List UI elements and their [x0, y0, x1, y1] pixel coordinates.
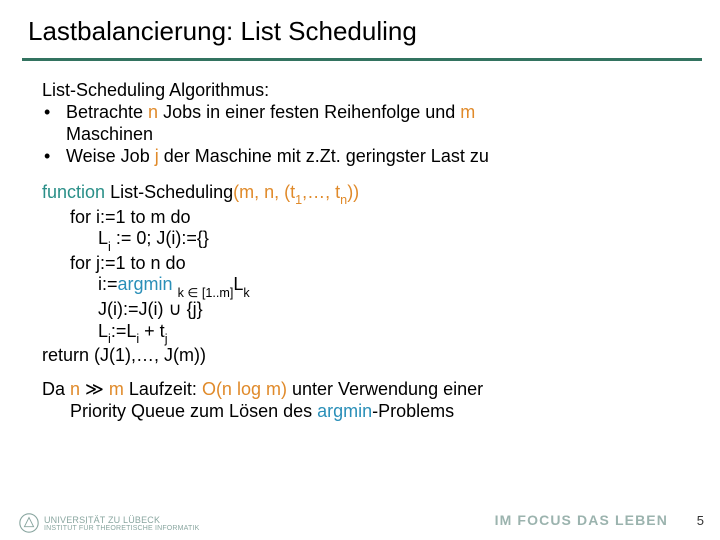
L-sub-i: i	[108, 240, 111, 254]
code-line-2: for i:=1 to m do	[42, 207, 690, 229]
footer-uni-line1: UNIVERSITÄT ZU LÜBECK	[44, 515, 199, 525]
bullet-2-text-b: der Maschine mit z.Zt. geringster Last z…	[159, 146, 489, 166]
footer-tagline: IM FOCUS DAS LEBEN	[495, 512, 668, 528]
code-line-1: function List-Scheduling(m, n, (t1,…, tn…	[42, 182, 359, 202]
init-rest: := 0; J(i):={}	[111, 228, 209, 248]
Lupd-mid: :=L	[111, 321, 137, 341]
Lupd-L1: L	[98, 321, 108, 341]
rt-pre: Da	[42, 379, 70, 399]
Lupd-plus: + t	[139, 321, 165, 341]
argmin-Lk-L: L	[233, 274, 243, 294]
rt-m: m	[109, 379, 124, 399]
bullet-1-text-a: Betrachte	[66, 102, 148, 122]
argmin-sp	[173, 274, 178, 294]
code-line-6: J(i):=J(i) ∪ {j}	[42, 299, 690, 321]
code-line-3: Li := 0; J(i):={}	[42, 228, 690, 253]
bullet-1: Betrachte n Jobs in einer festen Reihenf…	[42, 102, 690, 146]
bullet-1-text-c: Maschinen	[66, 124, 153, 144]
var-m: m	[460, 102, 475, 122]
fn-name: List-Scheduling	[110, 182, 233, 202]
rt-gg: ≫	[80, 379, 109, 399]
fn-argmin: argmin	[118, 274, 173, 294]
Lupd-i1: i	[108, 332, 111, 346]
university-crest-icon	[18, 512, 40, 534]
slide: Lastbalancierung: List Scheduling List-S…	[0, 0, 720, 540]
rt-complexity: O(n log m)	[202, 379, 287, 399]
fn-sig-a: (m, n, (t	[233, 182, 295, 202]
page-title: Lastbalancierung: List Scheduling	[28, 16, 417, 47]
footer-logo: UNIVERSITÄT ZU LÜBECK INSTITUT FÜR THEOR…	[18, 512, 199, 534]
var-n: n	[148, 102, 158, 122]
rt-line2a: Priority Queue zum Lösen des	[70, 401, 317, 421]
code-line-5: i:=argmin k ∈ [1..m]Lk	[42, 274, 690, 299]
page-number: 5	[697, 513, 704, 528]
fn-sig-close: ))	[347, 182, 359, 202]
argmin-range: k ∈ [1..m]	[178, 286, 234, 300]
body: List-Scheduling Algorithmus: Betrachte n…	[42, 80, 690, 423]
fn-sig-mid: ,…, t	[302, 182, 340, 202]
rt-mid2: unter Verwendung einer	[287, 379, 483, 399]
runtime-note: Da n ≫ m Laufzeit: O(n log m) unter Verw…	[42, 379, 690, 423]
footer-uni-line2: INSTITUT FÜR THEORETISCHE INFORMATIK	[44, 525, 199, 532]
footer-uni-text: UNIVERSITÄT ZU LÜBECK INSTITUT FÜR THEOR…	[44, 515, 199, 532]
pseudocode: function List-Scheduling(m, n, (t1,…, tn…	[42, 182, 690, 367]
rt-argmin: argmin	[317, 401, 372, 421]
code-line-8: return (J(1),…, J(m))	[42, 345, 690, 367]
Lupd-j: j	[165, 332, 168, 346]
rt-mid1: Laufzeit:	[124, 379, 202, 399]
title-underline	[22, 58, 702, 61]
Lupd-i2: i	[136, 332, 139, 346]
algorithm-heading: List-Scheduling Algorithmus:	[42, 80, 690, 102]
bullet-2-text-a: Weise Job	[66, 146, 155, 166]
bullet-1-text-b: Jobs in einer festen Reihenfolge und	[158, 102, 460, 122]
bullet-2: Weise Job j der Maschine mit z.Zt. gerin…	[42, 146, 690, 168]
argmin-Lk-k: k	[243, 286, 249, 300]
argmin-pre: i:=	[98, 274, 118, 294]
code-line-4: for j:=1 to n do	[42, 253, 690, 275]
rt-line2b: -Problems	[372, 401, 454, 421]
kw-function: function	[42, 182, 105, 202]
code-line-7: Li:=Li + tj	[42, 321, 690, 346]
rt-n: n	[70, 379, 80, 399]
fn-sig-subn: n	[340, 193, 347, 207]
L: L	[98, 228, 108, 248]
fn-sig-sub1: 1	[295, 193, 302, 207]
